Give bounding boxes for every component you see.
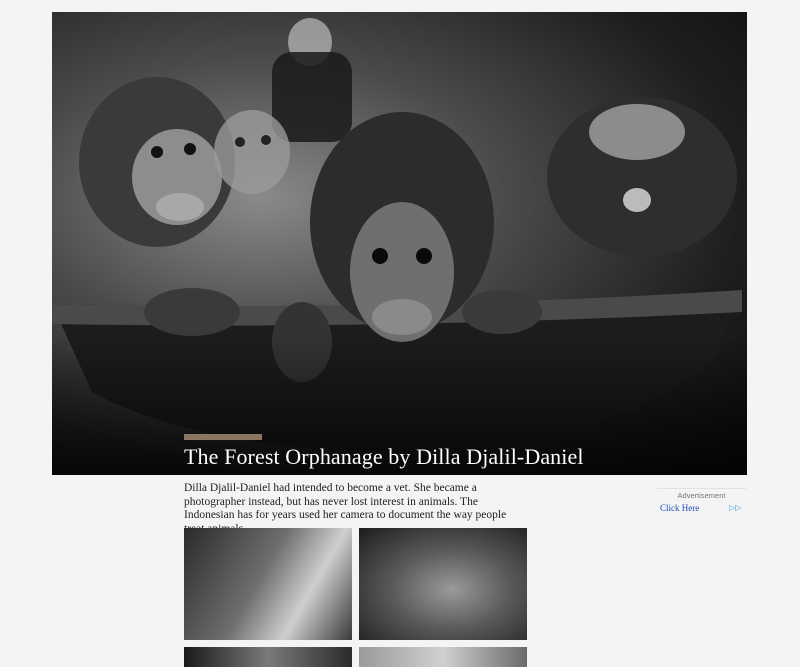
ad-choices-icon[interactable]: ▷▷ <box>729 503 741 512</box>
gallery-photo-4[interactable] <box>359 647 527 667</box>
gallery-photo-2[interactable] <box>359 528 527 640</box>
gallery-photo-1[interactable] <box>184 528 352 640</box>
gallery-photo-3[interactable] <box>184 647 352 667</box>
title-accent-bar <box>184 434 262 440</box>
hero-photo: The Forest Orphanage by Dilla Djalil-Dan… <box>52 12 747 475</box>
orangutans-in-basin-image <box>52 12 747 475</box>
advertisement[interactable]: Advertisement Click Here ▷▷ <box>657 488 746 521</box>
ad-label: Advertisement <box>677 491 726 500</box>
article-title: The Forest Orphanage by Dilla Djalil-Dan… <box>184 444 584 469</box>
ad-click-link[interactable]: Click Here <box>660 503 699 513</box>
